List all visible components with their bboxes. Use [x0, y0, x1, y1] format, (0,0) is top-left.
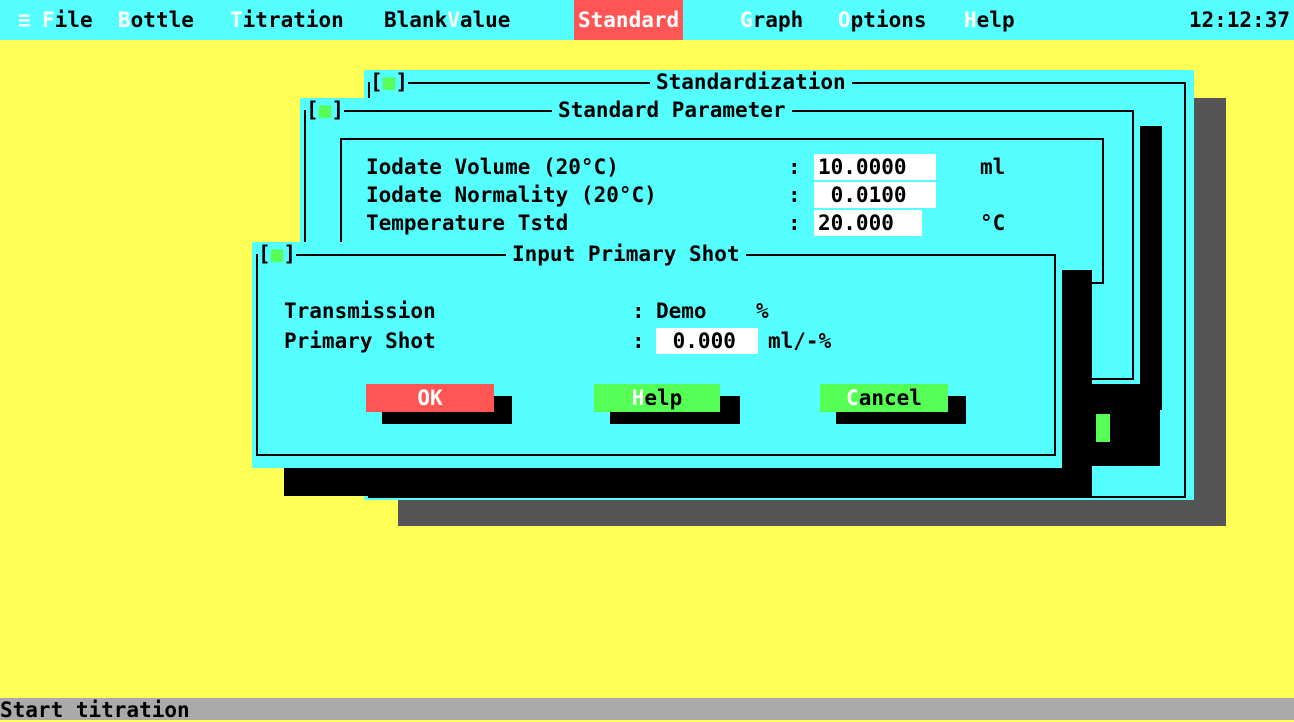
iodate-normality-sep: :	[788, 183, 801, 207]
primary-shot-unit: ml/-%	[768, 329, 832, 353]
system-menu-icon[interactable]: ≡	[14, 0, 35, 40]
temperature-tstd-label: Temperature Tstd	[366, 211, 569, 235]
standard-parameter-title: Standard Parameter	[552, 98, 792, 122]
standardization-title: Standardization	[650, 70, 852, 94]
primary-shot-sep: :	[632, 329, 645, 353]
transmission-sep: :	[632, 299, 645, 323]
menu-graph[interactable]: Graph	[736, 0, 807, 40]
menu-options[interactable]: Options	[834, 0, 931, 40]
temperature-tstd-sep: :	[788, 211, 801, 235]
iodate-volume-field[interactable]: 10.0000	[814, 154, 936, 180]
menu-file[interactable]: File	[38, 0, 97, 40]
menu-titration[interactable]: Titration	[226, 0, 348, 40]
clock: 12:12:37	[1188, 8, 1290, 32]
primary-shot-field[interactable]: 0.000	[656, 328, 758, 354]
standardization-close-button[interactable]: [■]	[370, 70, 408, 94]
menu-bar: ≡ File Bottle Titration BlankValue Stand…	[0, 0, 1294, 40]
iodate-volume-label: Iodate Volume (20°C)	[366, 155, 619, 179]
ok-button[interactable]: OK	[366, 384, 494, 412]
primary-shot-label: Primary Shot	[284, 329, 436, 353]
primary-shot-close-button[interactable]: [■]	[258, 242, 296, 266]
temperature-tstd-unit: °C	[980, 211, 1006, 235]
cancel-button[interactable]: Cancel	[820, 384, 948, 412]
partial-button-shadow	[1110, 426, 1126, 452]
transmission-label: Transmission	[284, 299, 436, 323]
status-bar: Start titration	[0, 698, 1294, 722]
temperature-tstd-field[interactable]: 20.000	[814, 210, 922, 236]
partial-button	[1096, 414, 1110, 442]
menu-standard[interactable]: Standard	[574, 0, 684, 40]
menu-bottle[interactable]: Bottle	[114, 0, 198, 40]
iodate-volume-unit: ml	[980, 155, 1006, 179]
help-button[interactable]: Help	[594, 384, 720, 412]
transmission-value: Demo	[656, 299, 707, 323]
transmission-unit: %	[756, 299, 769, 323]
primary-shot-dialog: [■] Input Primary Shot Transmission : De…	[252, 242, 1062, 468]
standard-parameter-close-button[interactable]: [■]	[306, 98, 344, 122]
primary-shot-frame	[256, 254, 1056, 456]
iodate-normality-label: Iodate Normality (20°C)	[366, 183, 657, 207]
iodate-volume-sep: :	[788, 155, 801, 179]
status-text: Start titration	[0, 698, 190, 722]
menu-blankvalue[interactable]: BlankValue	[380, 0, 514, 40]
primary-shot-title: Input Primary Shot	[506, 242, 746, 266]
menu-help[interactable]: Help	[960, 0, 1019, 40]
iodate-normality-field[interactable]: 0.0100	[814, 182, 936, 208]
